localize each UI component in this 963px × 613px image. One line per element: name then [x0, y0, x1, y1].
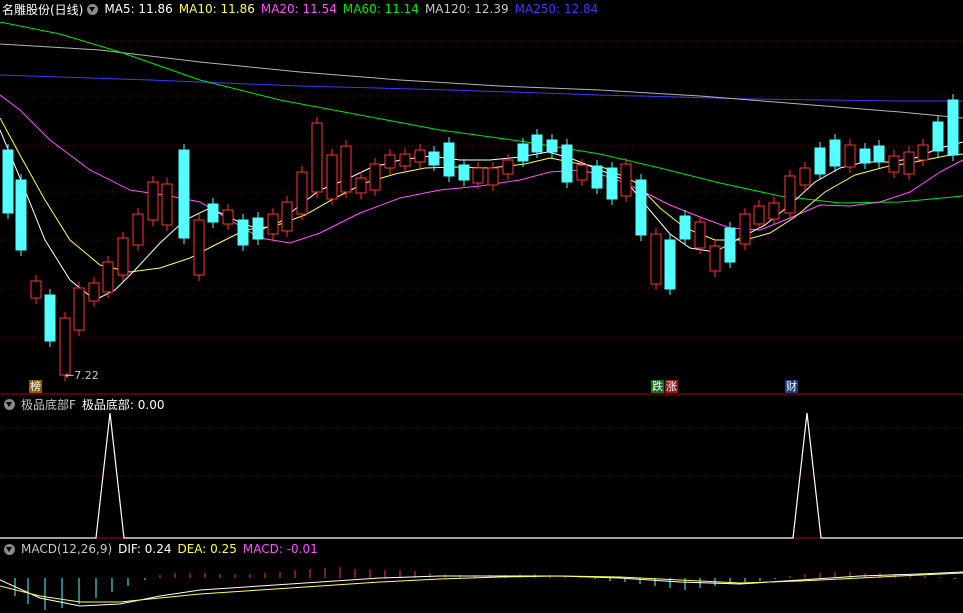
candle-body	[561, 144, 573, 183]
candle-body	[311, 122, 323, 193]
candle-body	[384, 154, 396, 169]
candle-body	[829, 139, 841, 167]
macd-pane[interactable]: MACD(12,26,9) DIF: 0.24 DEA: 0.25 MACD: …	[0, 540, 963, 613]
candle-body	[664, 239, 676, 290]
candle-body	[147, 181, 159, 221]
candlestick-chart	[0, 21, 963, 395]
candle-body	[15, 179, 27, 251]
candle-body	[252, 217, 264, 240]
candle-body	[161, 183, 173, 226]
candle-body	[178, 149, 190, 239]
macd-header: MACD(12,26,9) DIF: 0.24 DEA: 0.25 MACD: …	[2, 540, 324, 558]
candle-body	[753, 205, 765, 225]
candle-body	[694, 221, 706, 249]
candle-body	[88, 282, 100, 302]
candle-body	[102, 261, 114, 293]
candle-body	[724, 227, 736, 263]
candle-body	[193, 219, 205, 276]
candle-body	[428, 151, 440, 166]
candle-body	[531, 134, 543, 153]
main-chart-header: 名雕股份(日线) MA5: 11.86 MA10: 11.86 MA20: 11…	[2, 0, 604, 18]
candle-body	[399, 153, 411, 167]
candle-body	[917, 144, 929, 161]
candle-body	[472, 167, 484, 184]
candle-body	[679, 215, 691, 240]
candle-body	[932, 121, 944, 152]
macd-menu-dropdown-icon[interactable]	[4, 543, 15, 555]
macd-dea-label: DEA: 0.25	[177, 542, 237, 556]
candle-body	[237, 219, 249, 246]
candle-body	[620, 163, 632, 197]
candle-body	[903, 151, 915, 175]
macd-title: MACD(12,26,9)	[21, 542, 113, 556]
candle-body	[296, 171, 308, 215]
ma120-label: MA120: 12.39	[424, 2, 509, 16]
candle-body	[768, 202, 780, 220]
ma250-line	[0, 74, 963, 102]
candle-body	[340, 145, 352, 193]
candle-body	[517, 143, 529, 162]
candle-body	[606, 167, 618, 200]
candle-body	[30, 280, 42, 299]
macd-dif-label: DIF: 0.24	[118, 542, 172, 556]
indicator-menu-dropdown-icon[interactable]	[4, 398, 15, 410]
ma10-label: MA10: 11.86	[178, 2, 255, 16]
candle-body	[709, 245, 721, 272]
low-price-label: ←7.22	[65, 369, 99, 382]
candle-body	[799, 167, 811, 186]
candle-body	[73, 287, 85, 331]
candle-body	[873, 145, 885, 163]
dea-line	[0, 572, 963, 603]
candle-body	[414, 149, 426, 163]
dif-line	[0, 571, 963, 607]
candle-body	[267, 213, 279, 235]
candle-body	[443, 142, 455, 177]
ma250-label: MA250: 12.84	[514, 2, 599, 16]
marker-cai[interactable]: 财	[785, 380, 798, 393]
candle-body	[2, 149, 14, 214]
marker-bang[interactable]: 榜	[29, 380, 42, 393]
candle-body	[132, 213, 144, 246]
candle-body	[947, 99, 959, 156]
candle-body	[487, 167, 499, 186]
indicator-pane[interactable]: 极品底部F 极品底部: 0.00	[0, 395, 963, 540]
candle-body	[844, 144, 856, 168]
candle-body	[44, 294, 56, 342]
macd-value-label: MACD: -0.01	[242, 542, 318, 556]
main-chart-pane[interactable]: 名雕股份(日线) MA5: 11.86 MA10: 11.86 MA20: 11…	[0, 0, 963, 395]
candle-body	[546, 139, 558, 153]
candle-body	[326, 154, 338, 200]
candle-body	[591, 165, 603, 189]
indicator-chart	[0, 412, 963, 539]
candle-body	[207, 203, 219, 223]
candle-body	[458, 164, 470, 181]
candle-body	[635, 179, 647, 236]
ma10-line	[0, 117, 963, 273]
indicator-title: 极品底部F	[21, 397, 76, 412]
candle-body	[222, 209, 234, 225]
ma120-line	[0, 43, 963, 119]
marker-zhang[interactable]: 涨	[665, 380, 678, 393]
indicator-value: 极品底部: 0.00	[81, 397, 165, 412]
ma5-label: MA5: 11.86	[104, 2, 173, 16]
chart-title: 名雕股份(日线)	[2, 2, 84, 17]
candle-body	[502, 159, 514, 175]
candle-body	[888, 155, 900, 173]
ma20-label: MA20: 11.54	[260, 2, 337, 16]
candle-body	[859, 148, 871, 164]
candle-body	[117, 237, 129, 276]
candle-body	[59, 317, 71, 376]
ma60-label: MA60: 11.14	[342, 2, 419, 16]
candle-body	[650, 233, 662, 285]
candle-body	[814, 147, 826, 175]
candle-body	[739, 213, 751, 245]
candle-body	[784, 175, 796, 214]
candle-body	[576, 164, 588, 181]
marker-die[interactable]: 跌	[651, 380, 664, 393]
candle-body	[355, 177, 367, 194]
indicator-header: 极品底部F 极品底部: 0.00	[2, 395, 170, 413]
candle-body	[369, 163, 381, 191]
candle-body	[281, 201, 293, 232]
ma-menu-dropdown-icon[interactable]	[87, 3, 99, 15]
